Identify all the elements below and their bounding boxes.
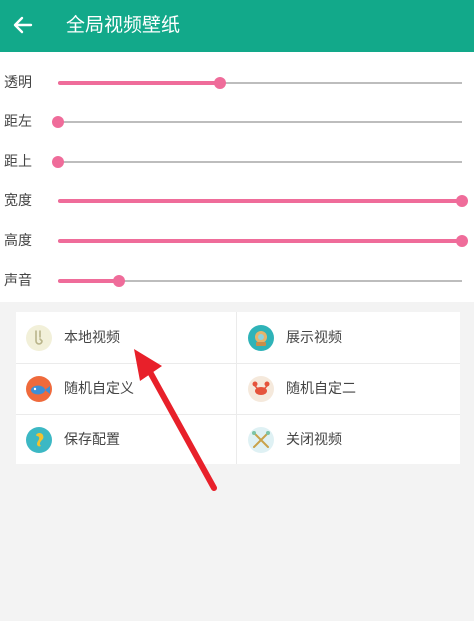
slider-panel: 透明 距左 距上 宽度 高度 声音 [0, 52, 474, 302]
slider-thumb[interactable] [456, 195, 468, 207]
show-video-button[interactable]: 展示视频 [238, 313, 460, 363]
fish-icon [26, 376, 52, 402]
slider-label: 声音 [4, 273, 32, 289]
slider-label: 透明 [4, 75, 32, 91]
slider-row-width: 宽度 [0, 183, 474, 219]
slider-fill [58, 239, 462, 243]
slider-thumb[interactable] [112, 275, 125, 287]
slider-thumb[interactable] [52, 156, 64, 168]
slider-row-height: 高度 [0, 223, 474, 259]
local-video-button[interactable]: 本地视频 [16, 313, 238, 363]
height-slider[interactable] [58, 235, 468, 247]
action-label: 随机自定义 [64, 381, 134, 397]
random-custom-2-button[interactable]: 随机自定二 [238, 364, 460, 414]
save-config-button[interactable]: 保存配置 [16, 415, 238, 465]
action-grid: 本地视频 展示视频 随机自定义 随机自定二 保存配置 关闭视频 [16, 312, 460, 464]
diving-helmet-icon [248, 325, 274, 351]
slider-fill [58, 279, 119, 283]
close-video-button[interactable]: 关闭视频 [238, 415, 460, 465]
slider-row-left: 距左 [0, 104, 474, 140]
random-custom-1-button[interactable]: 随机自定义 [16, 364, 238, 414]
slider-fill [58, 81, 220, 85]
action-label: 保存配置 [64, 432, 120, 448]
seahorse-icon [26, 427, 52, 453]
slider-thumb[interactable] [456, 235, 468, 247]
arrow-left-icon [13, 16, 33, 34]
action-label: 展示视频 [286, 330, 342, 346]
back-button[interactable] [8, 10, 38, 40]
fishhook-icon [26, 325, 52, 351]
transparency-slider[interactable] [58, 77, 462, 89]
slider-label: 距左 [4, 114, 32, 130]
page-title: 全局视频壁纸 [66, 14, 181, 36]
slider-thumb[interactable] [52, 116, 64, 128]
left-offset-slider[interactable] [52, 116, 462, 128]
slider-label: 距上 [4, 154, 32, 170]
action-label: 关闭视频 [286, 432, 342, 448]
slider-fill [58, 199, 462, 203]
action-label: 随机自定二 [286, 381, 356, 397]
crab-icon [248, 376, 274, 402]
slider-row-transparency: 透明 [0, 65, 474, 101]
slider-row-top: 距上 [0, 144, 474, 180]
app-bar: 全局视频壁纸 [0, 0, 474, 52]
slider-row-sound: 声音 [0, 263, 474, 299]
slider-label: 高度 [4, 233, 32, 249]
width-slider[interactable] [58, 195, 468, 207]
sound-slider[interactable] [58, 275, 462, 287]
crossed-paddles-icon [248, 427, 274, 453]
slider-thumb[interactable] [213, 77, 226, 89]
action-label: 本地视频 [64, 330, 120, 346]
slider-label: 宽度 [4, 193, 32, 209]
top-offset-slider[interactable] [52, 156, 462, 168]
